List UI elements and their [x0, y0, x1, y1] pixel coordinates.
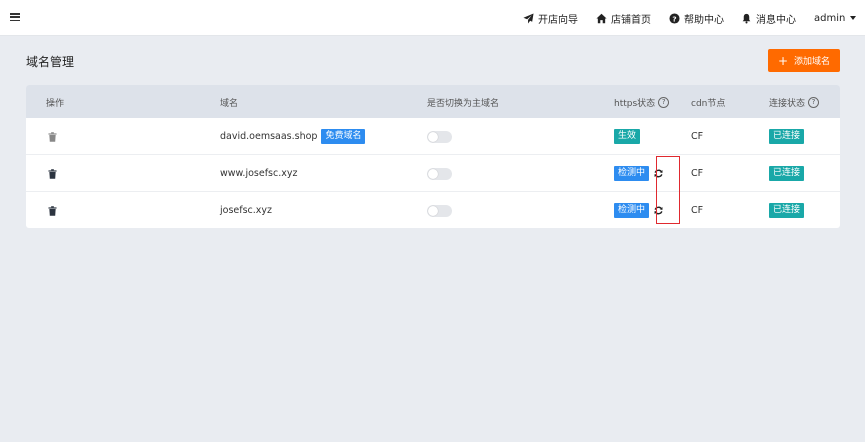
- page-title: 域名管理: [26, 55, 75, 69]
- connection-cell: 已连接: [769, 118, 805, 155]
- plus-icon: +: [777, 53, 789, 68]
- cdn-node: CF: [691, 131, 704, 142]
- main-domain-toggle[interactable]: [427, 130, 452, 143]
- domain-name: josefsc.xyz: [220, 205, 273, 216]
- highlight-box: [656, 156, 680, 224]
- user-name: admin: [814, 12, 846, 24]
- home-icon: [596, 13, 607, 24]
- trash-icon[interactable]: [48, 168, 57, 179]
- bell-icon: [741, 13, 752, 24]
- https-status-badge: 生效: [614, 129, 641, 144]
- switch-main-cell: [427, 192, 452, 228]
- table-row: david.oemsaas.shop 免费域名 生效 CF 已连接: [26, 118, 840, 155]
- nav-help-center-label: 帮助中心: [684, 14, 724, 26]
- action-cell: [48, 192, 57, 228]
- nav-setup-guide[interactable]: 开店向导: [523, 11, 578, 26]
- switch-main-cell: [427, 155, 452, 192]
- table-header: 操作 域名 是否切换为主域名 https状态 ? cdn节点 连接状态 ?: [26, 85, 840, 118]
- nav-setup-guide-label: 开店向导: [538, 14, 578, 26]
- domain-table: 操作 域名 是否切换为主域名 https状态 ? cdn节点 连接状态 ? da…: [26, 85, 840, 228]
- menu-icon[interactable]: [10, 13, 20, 22]
- domain-name: david.oemsaas.shop: [220, 131, 318, 142]
- cdn-cell: CF: [691, 155, 703, 192]
- cdn-node: CF: [691, 205, 704, 216]
- domain-name: www.josefsc.xyz: [220, 168, 298, 179]
- add-domain-button[interactable]: + 添加域名: [768, 49, 840, 72]
- main-domain-toggle[interactable]: [427, 167, 452, 180]
- trash-icon[interactable]: [48, 131, 57, 142]
- user-menu[interactable]: admin: [814, 11, 857, 25]
- connection-cell: 已连接: [769, 155, 805, 192]
- main-domain-toggle[interactable]: [427, 204, 452, 217]
- cdn-cell: CF: [691, 118, 703, 155]
- top-bar: 开店向导 店铺首页 ? 帮助中心 消息中心 admin: [0, 0, 865, 36]
- free-domain-badge: 免费域名: [321, 129, 366, 144]
- header-domain: 域名: [220, 99, 239, 109]
- chevron-down-icon: [850, 16, 857, 20]
- nav-message-center[interactable]: 消息中心: [741, 11, 796, 26]
- connection-status-badge: 已连接: [769, 166, 805, 181]
- header-https: https状态 ?: [614, 96, 670, 109]
- cdn-cell: CF: [691, 192, 703, 228]
- trash-icon[interactable]: [48, 205, 57, 216]
- action-cell: [48, 118, 57, 155]
- table-row: www.josefsc.xyz 检测中 CF 已连接: [26, 155, 840, 192]
- header-cdn: cdn节点: [691, 99, 726, 109]
- header-connection: 连接状态 ?: [769, 96, 820, 109]
- add-domain-label: 添加域名: [794, 57, 831, 67]
- nav-help-center[interactable]: ? 帮助中心: [669, 11, 724, 26]
- switch-main-cell: [427, 118, 452, 155]
- help-icon[interactable]: ?: [658, 97, 670, 108]
- help-circle-icon: ?: [669, 12, 680, 24]
- nav-shop-home-label: 店铺首页: [611, 14, 651, 26]
- cdn-node: CF: [691, 168, 704, 179]
- table-row: josefsc.xyz 检测中 CF 已连接: [26, 192, 840, 228]
- connection-cell: 已连接: [769, 192, 805, 228]
- header-switch-main: 是否切换为主域名: [427, 99, 500, 109]
- svg-text:?: ?: [672, 14, 676, 23]
- help-icon[interactable]: ?: [808, 97, 820, 108]
- paper-plane-icon: [523, 12, 534, 24]
- action-cell: [48, 155, 57, 192]
- nav-message-center-label: 消息中心: [756, 14, 796, 26]
- connection-status-badge: 已连接: [769, 129, 805, 144]
- domain-cell: www.josefsc.xyz: [220, 155, 297, 192]
- domain-cell: david.oemsaas.shop 免费域名: [220, 118, 366, 155]
- domain-cell: josefsc.xyz: [220, 192, 272, 228]
- nav-shop-home[interactable]: 店铺首页: [596, 11, 651, 26]
- header-action: 操作: [46, 99, 65, 109]
- connection-status-badge: 已连接: [769, 203, 805, 218]
- https-status-badge: 检测中: [614, 166, 650, 181]
- https-status-badge: 检测中: [614, 203, 650, 218]
- https-cell: 生效: [614, 118, 641, 155]
